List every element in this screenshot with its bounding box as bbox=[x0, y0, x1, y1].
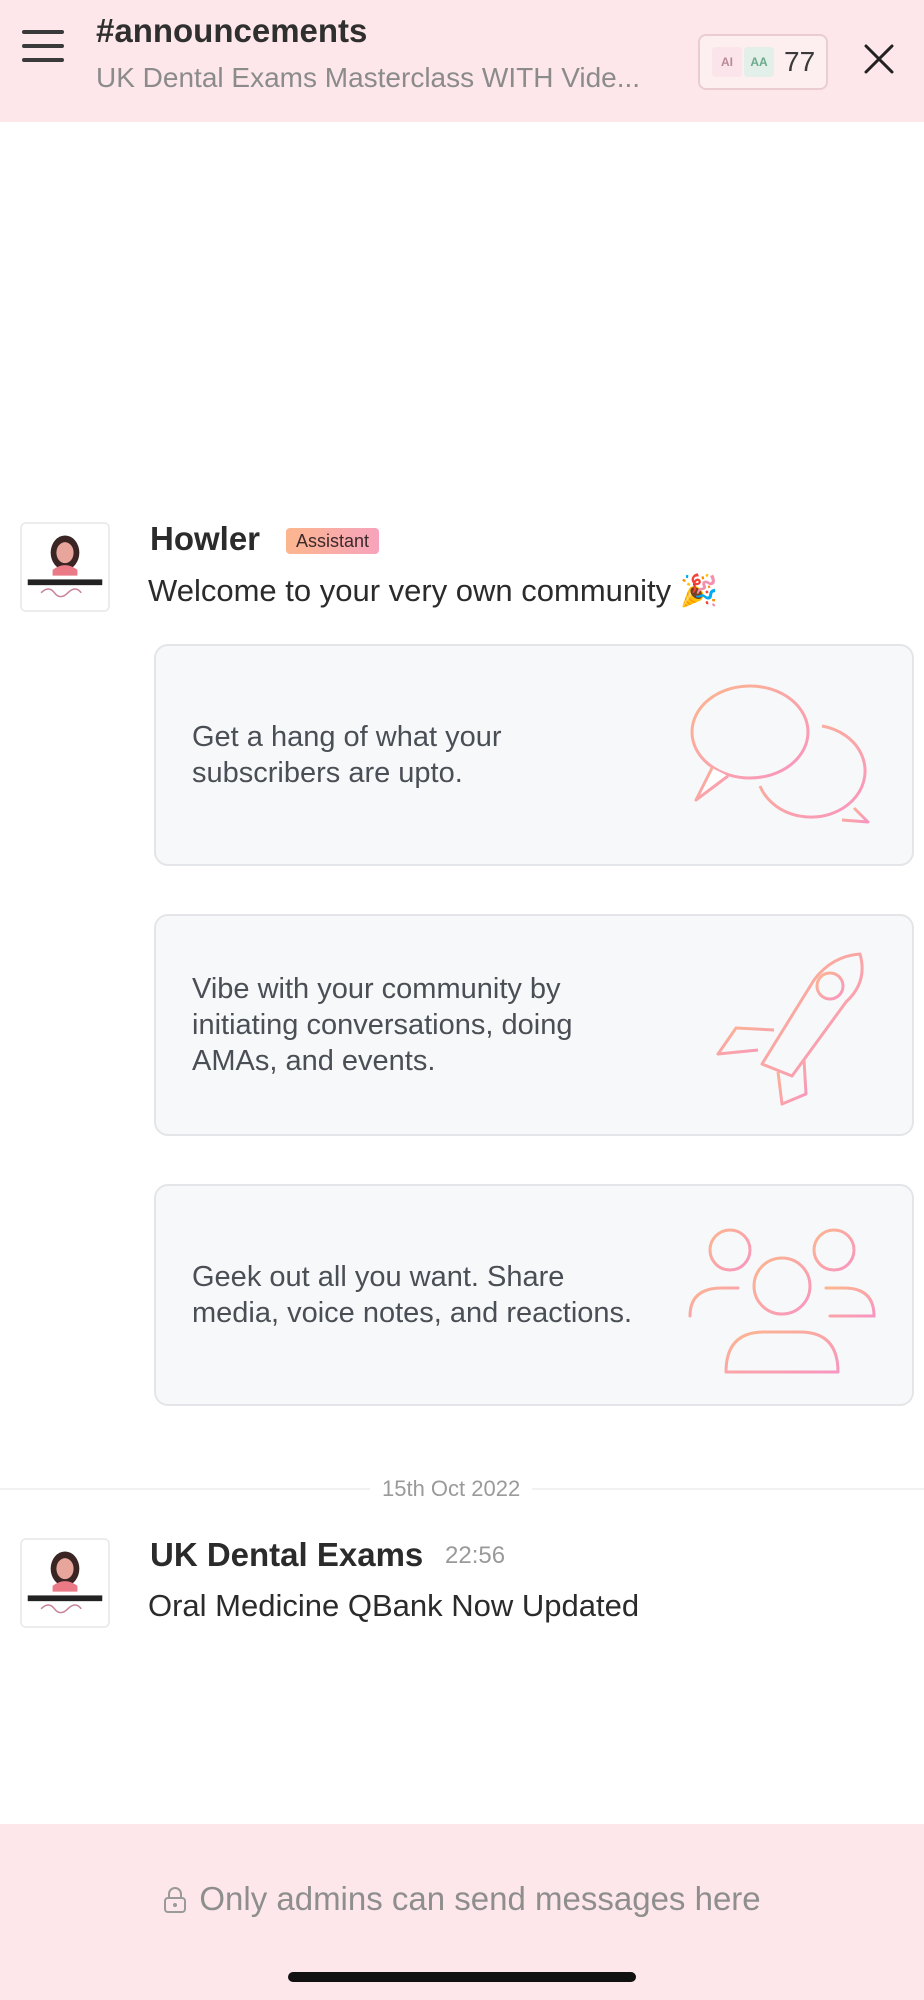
card-text: Vibe with your community by initiating c… bbox=[192, 973, 573, 1077]
feature-card: Geek out all you want. Share media, voic… bbox=[154, 1184, 914, 1406]
sender-name[interactable]: Howler bbox=[150, 520, 260, 558]
card-text: Get a hang of what your subscribers are … bbox=[192, 721, 502, 789]
message-text: Welcome to your very own community 🎉 bbox=[148, 573, 719, 608]
home-indicator[interactable] bbox=[288, 1972, 636, 1982]
admins-only-text: Only admins can send messages here bbox=[199, 1880, 761, 1917]
feature-card: Get a hang of what your subscribers are … bbox=[154, 644, 914, 866]
message-timestamp: 22:56 bbox=[445, 1542, 506, 1569]
message-text: Oral Medicine QBank Now Updated bbox=[148, 1588, 640, 1623]
admins-only-notice: Only admins can send messages here bbox=[0, 1880, 924, 1918]
member-avatar: AI bbox=[712, 47, 742, 77]
avatar[interactable] bbox=[20, 522, 110, 612]
channel-subtitle[interactable]: UK Dental Exams Masterclass WITH Vide... bbox=[96, 62, 666, 94]
people-group-icon bbox=[688, 1228, 876, 1374]
composer-disabled-bar: Only admins can send messages here bbox=[0, 1824, 924, 2000]
date-label: 15th Oct 2022 bbox=[370, 1476, 533, 1502]
member-avatar: AA bbox=[744, 47, 774, 77]
members-button[interactable]: AI AA 77 bbox=[698, 34, 828, 90]
channel-header: #announcements UK Dental Exams Mastercla… bbox=[0, 0, 924, 122]
lock-icon bbox=[164, 1887, 187, 1913]
assistant-badge: Assistant bbox=[286, 528, 380, 554]
rocket-icon bbox=[716, 952, 864, 1106]
uk-dental-exams-logo bbox=[22, 524, 108, 610]
close-icon[interactable] bbox=[862, 42, 896, 76]
chat-bubbles-icon bbox=[690, 684, 870, 824]
member-count: 77 bbox=[784, 46, 816, 77]
avatar[interactable] bbox=[20, 1538, 110, 1628]
card-text: Geek out all you want. Share media, voic… bbox=[192, 1261, 633, 1329]
sender-name[interactable]: UK Dental Exams bbox=[150, 1536, 423, 1574]
uk-dental-exams-logo bbox=[22, 1540, 108, 1626]
hamburger-menu-icon[interactable] bbox=[20, 26, 66, 66]
channel-title: #announcements bbox=[96, 12, 368, 49]
feature-card: Vibe with your community by initiating c… bbox=[154, 914, 914, 1136]
